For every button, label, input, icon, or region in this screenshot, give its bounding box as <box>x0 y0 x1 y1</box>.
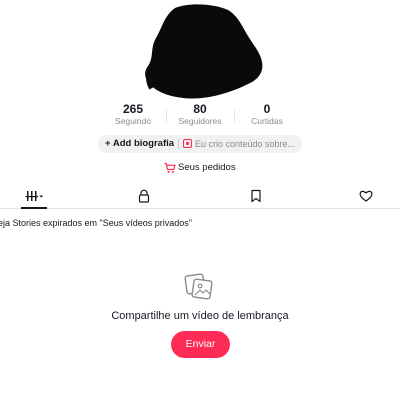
add-bio-button[interactable]: + Add biografia <box>105 137 174 151</box>
tab-saved[interactable] <box>236 183 276 208</box>
cart-icon <box>164 162 176 173</box>
bio-divider <box>178 139 179 149</box>
stories-notice: eja Stories expirados em "Seus vídeos pr… <box>0 218 192 228</box>
stat-likes[interactable]: 0 Curtidas <box>227 102 307 127</box>
stat-divider <box>166 110 167 122</box>
square-badge-icon <box>183 139 192 148</box>
active-tab-indicator <box>21 207 47 209</box>
bio-suggestion[interactable]: Eu crio conteúdo sobre... <box>195 137 295 151</box>
photo-stack-icon <box>184 273 213 300</box>
send-button[interactable]: Enviar <box>171 331 230 358</box>
heart-icon <box>359 190 373 202</box>
stat-likes-label: Curtidas <box>251 116 283 126</box>
stat-likes-count: 0 <box>263 102 271 116</box>
lock-icon <box>138 189 150 203</box>
redacted-avatar-scribble <box>145 4 263 99</box>
tab-liked[interactable] <box>346 183 386 208</box>
stat-divider <box>234 110 235 122</box>
empty-state-title: Compartilhe um vídeo de lembrança <box>111 310 289 322</box>
tab-videos[interactable] <box>15 183 55 208</box>
grid-bars-icon <box>25 190 43 201</box>
tab-private[interactable] <box>124 183 164 208</box>
bookmark-icon <box>251 189 261 202</box>
profile-stats: 265 Seguindo 80 Seguidores 0 Curtidas <box>0 102 400 128</box>
profile-tabs <box>0 183 400 209</box>
avatar[interactable] <box>120 0 280 100</box>
bio-row: + Add biografia Eu crio conteúdo sobre..… <box>0 135 400 153</box>
orders-label: Seus pedidos <box>178 162 236 173</box>
